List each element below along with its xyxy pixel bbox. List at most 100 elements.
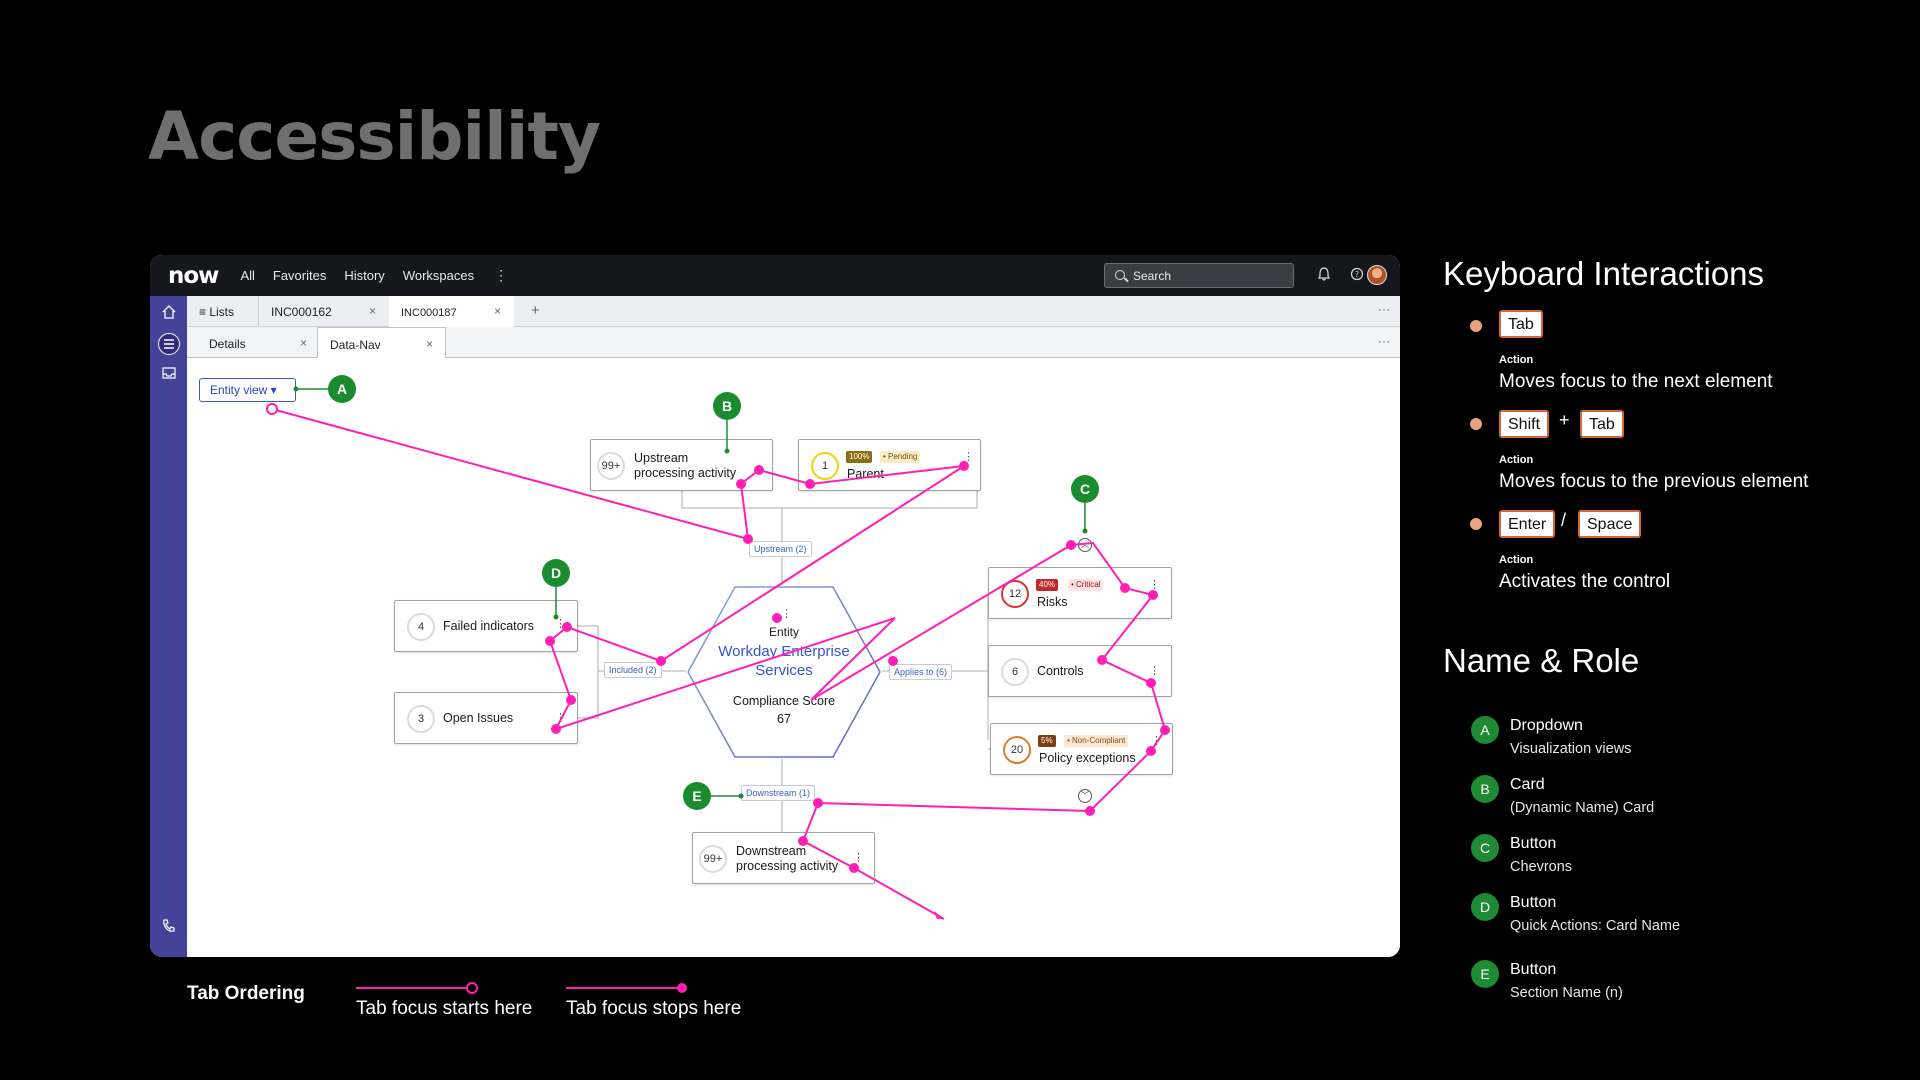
tab-inc000162[interactable]: Lists INC000162 × [258,296,388,327]
open-issues-card[interactable]: 3 Open Issues ⋮ [394,692,578,744]
tab-inc000187[interactable]: INC000187 × [389,296,514,327]
count-badge: 99+ [597,452,625,480]
user-avatar[interactable] [1367,265,1387,285]
nav-history[interactable]: History [344,268,384,283]
quick-actions-icon[interactable]: ⋮ [555,711,566,724]
card-label: Open Issues [443,711,514,725]
risks-card[interactable]: 12 40% • Critical Risks ⋮ [988,567,1172,619]
workspace-tab-bar: ≡ Lists Lists INC000162 × INC000187 × + … [187,296,1400,327]
quick-actions-icon[interactable]: ⋮ [853,851,864,864]
home-icon[interactable] [158,304,180,326]
entity-name-line2[interactable]: Services [686,662,882,679]
accessible-name-text: Visualization views [1510,741,1632,757]
annotation-badge-e: E [1471,960,1499,988]
status-pill: • Non-Compliant [1064,735,1129,747]
tab-lists[interactable]: ≡ Lists [187,296,257,327]
annotation-badge-a: A [1471,716,1499,744]
bullet [1470,418,1482,430]
close-icon[interactable]: × [300,336,307,350]
percent-pill: 40% [1036,579,1059,591]
upstream-section-button[interactable]: Upstream (2) [749,541,812,557]
quick-actions-icon[interactable]: ⋮ [555,617,566,630]
annotation-badge-d: D [542,559,570,587]
global-search-input[interactable]: Search [1104,263,1294,288]
downstream-processing-card[interactable]: 99+ Downstream processing activity ⋮ [692,832,875,884]
keyboard-interactions-heading: Keyboard Interactions [1443,255,1765,292]
nav-workspaces[interactable]: Workspaces [403,268,474,283]
annotation-badge-a: A [328,375,356,403]
quick-actions-icon[interactable]: ⋮ [963,450,974,463]
applies-to-section-button[interactable]: Applies to (6) [889,664,953,680]
nav-favorites[interactable]: Favorites [273,268,326,283]
close-icon[interactable]: × [426,337,433,351]
accessible-name-text: Section Name (n) [1510,985,1623,1001]
card-label: Policy exceptions [1039,751,1136,765]
count-badge: 6 [1001,658,1029,686]
key-separator: / [1561,510,1567,530]
upstream-processing-card[interactable]: 99+ Upstream processing activity [590,439,773,491]
more-options-icon[interactable]: ··· [1378,302,1390,316]
key-enter: Enter [1499,510,1556,538]
compliance-score-value: 67 [777,712,791,726]
count-badge: 4 [407,613,435,641]
status-pill: • Critical [1068,579,1104,591]
annotation-badge-e: E [683,782,711,810]
annotation-badge-b: B [713,392,741,420]
quick-actions-icon[interactable]: ⋮ [1151,734,1162,747]
downstream-section-button[interactable]: Downstream (1) [741,785,816,801]
accessible-name-text: Quick Actions: Card Name [1510,918,1681,934]
chevron-down-icon[interactable]: ﹀ [1078,789,1092,803]
annotation-badge-c: C [1071,475,1099,503]
list-icon[interactable] [158,333,180,355]
phone-icon[interactable] [158,918,180,940]
annotation-badge-c: C [1471,834,1499,862]
help-icon[interactable]: ? [1349,267,1365,283]
count-badge: 1 [811,452,839,480]
accessible-name-text: (Dynamic Name) Card [1510,800,1655,816]
card-label: Downstream processing activity [736,844,839,873]
more-options-icon[interactable]: ··· [1378,334,1390,348]
action-label: Action [1499,354,1534,366]
parent-card[interactable]: 1 100% • Pending Parent ⋮ [798,439,981,491]
quick-actions-icon[interactable]: ⋮ [1149,578,1160,591]
tab-label: INC000187 [401,307,457,319]
nav-more-icon[interactable]: ⋮ [494,267,508,284]
nav-all[interactable]: All [240,268,254,283]
count-badge: 20 [1003,736,1031,764]
card-label: Risks [1037,595,1068,609]
servicenow-logo[interactable]: now [168,263,219,289]
inbox-icon[interactable] [158,364,180,386]
chevron-up-icon[interactable]: ︿ [1078,538,1092,552]
close-icon[interactable]: × [369,304,376,318]
bell-icon[interactable] [1316,267,1332,283]
role-text: Button [1510,961,1557,978]
entity-hexagon[interactable]: ⋮ Entity Workday Enterprise Services Com… [686,585,882,759]
bullet [1470,320,1482,332]
controls-card[interactable]: 6 Controls ⋮ [988,645,1172,697]
quick-actions-icon[interactable]: ⋮ [781,607,792,620]
role-text: Dropdown [1510,717,1583,734]
key-separator: + [1559,410,1570,430]
tab-label: Details [209,337,246,351]
included-section-button[interactable]: Included (2) [604,662,662,678]
card-label: Failed indicators [443,619,535,633]
quick-actions-icon[interactable]: ⋮ [1149,664,1160,677]
entity-view-dropdown[interactable]: Entity view ▾ [199,378,296,402]
legend-stop-label: Tab focus stops here [566,998,742,1019]
count-badge: 12 [1001,580,1029,608]
policy-exceptions-card[interactable]: 20 5% • Non-Compliant Policy exceptions … [990,723,1173,775]
entity-name-line1[interactable]: Workday Enterprise [686,643,882,660]
close-icon[interactable]: × [494,304,501,318]
add-tab-button[interactable]: + [531,302,540,319]
action-text: Moves focus to the next element [1499,371,1773,392]
search-icon [1115,270,1125,280]
slide-title: Accessibility [148,98,601,175]
role-text: Button [1510,894,1557,911]
card-label: Controls [1037,664,1084,678]
tab-details[interactable]: Details × [187,327,318,358]
legend-start-label: Tab focus starts here [356,998,533,1019]
failed-indicators-card[interactable]: 4 Failed indicators ⋮ [394,600,578,652]
name-role-heading: Name & Role [1443,642,1640,679]
card-label: Parent [847,467,884,481]
tab-data-nav[interactable]: Data-Nav × [317,327,446,359]
